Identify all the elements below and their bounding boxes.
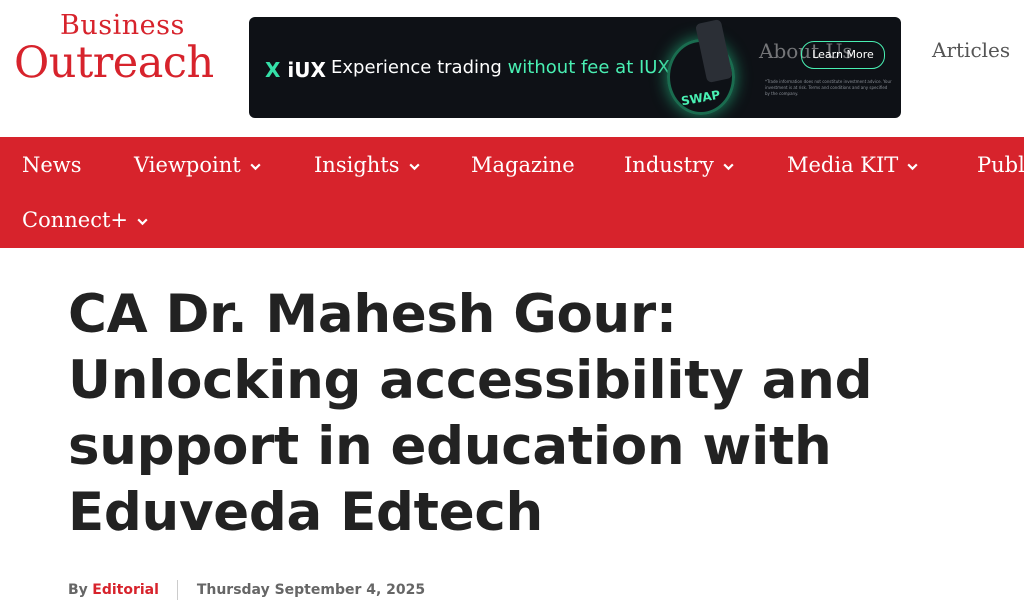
- chevron-down-icon: [408, 163, 420, 171]
- ad-brand-name: iUX: [287, 58, 326, 82]
- logo-line-2: Outreach: [14, 38, 214, 88]
- ad-message: Experience trading without fee at IUX: [331, 57, 670, 78]
- article-meta: By Editorial Thursday September 4, 2025: [68, 580, 425, 600]
- nav-item-label: Magazine: [471, 153, 575, 177]
- nav-item-magazine[interactable]: Magazine: [471, 153, 575, 177]
- ad-message-highlight: without fee at IUX: [507, 57, 670, 78]
- chevron-down-icon: [137, 218, 148, 226]
- publish-date: Thursday September 4, 2025: [196, 582, 426, 598]
- nav-item-label: Connect+: [22, 208, 128, 232]
- nav-item-label: Media KIT: [787, 153, 899, 177]
- nav-item-label: Insights: [314, 153, 400, 177]
- nav-item-label: Publi: [977, 153, 1024, 177]
- nav-item-viewpoint[interactable]: Viewpoint: [134, 153, 262, 177]
- main-navigation: News Viewpoint Insights Magazine Industr…: [0, 137, 1024, 248]
- article-title: CA Dr. Mahesh Gour: Unlocking accessibil…: [68, 284, 873, 543]
- nav-item-connect[interactable]: Connect+: [22, 208, 149, 232]
- article-header: CA Dr. Mahesh Gour: Unlocking accessibil…: [68, 282, 888, 546]
- chevron-down-icon: [907, 163, 918, 171]
- ad-message-pre: Experience trading: [331, 57, 508, 78]
- nav-item-label: Viewpoint: [134, 153, 241, 177]
- nav-item-label: Industry: [624, 153, 714, 177]
- nav-item-publications[interactable]: Publi: [977, 153, 1024, 177]
- business-outreach-logo[interactable]: Business Outreach: [14, 10, 244, 90]
- ad-brand-logo: X iUX: [265, 58, 326, 82]
- nav-item-media-kit[interactable]: Media KIT: [787, 153, 919, 177]
- logo-line-1: Business: [60, 10, 185, 41]
- author-link[interactable]: Editorial: [92, 582, 159, 598]
- chevron-down-icon: [723, 163, 734, 171]
- chevron-down-icon: [250, 163, 261, 171]
- advertisement-banner[interactable]: X iUX Experience trading without fee at …: [249, 17, 901, 118]
- x-logo-icon: X: [265, 58, 281, 82]
- nav-item-industry[interactable]: Industry: [624, 153, 735, 177]
- by-label: By: [68, 582, 88, 598]
- ad-learn-more-button[interactable]: Learn More: [801, 41, 885, 69]
- nav-item-insights[interactable]: Insights: [314, 153, 421, 177]
- ad-fine-print: *Trade information does not constitute i…: [765, 79, 892, 96]
- meta-divider: [177, 580, 179, 600]
- nav-item-label: News: [22, 153, 82, 177]
- articles-link[interactable]: Articles: [932, 38, 1010, 62]
- nav-item-news[interactable]: News: [22, 153, 82, 177]
- site-header: Business Outreach X iUX Experience tradi…: [0, 0, 1024, 137]
